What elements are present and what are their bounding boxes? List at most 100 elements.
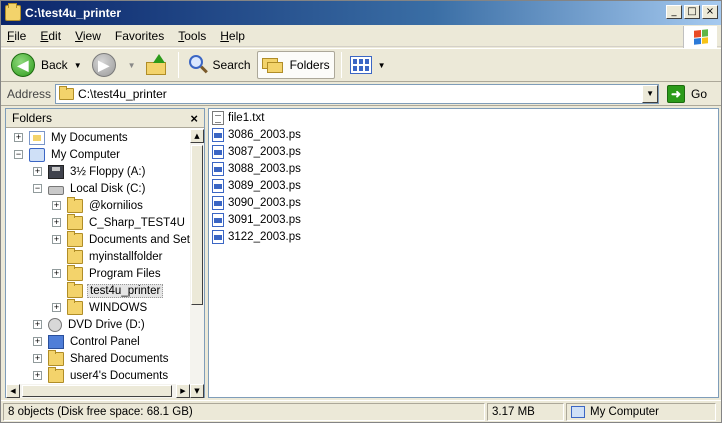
minimize-button[interactable]: _ (666, 5, 682, 19)
menu-item[interactable]: View (75, 29, 101, 43)
folder-icon (67, 230, 83, 247)
file-item[interactable]: 3086_2003.ps (209, 126, 718, 143)
horizontal-scrollbar[interactable]: ◀ ▶ (6, 384, 190, 398)
menu-item[interactable]: Edit (40, 29, 61, 43)
expand-icon[interactable]: + (33, 337, 42, 346)
scroll-thumb[interactable] (22, 385, 172, 397)
ps-file-icon (212, 161, 224, 176)
ps-file-icon (212, 229, 224, 244)
folder-icon (48, 366, 64, 383)
tree-item[interactable]: + WINDOWS (6, 298, 190, 316)
tree-item-label: Control Panel (70, 335, 140, 348)
tree-item[interactable]: + Control Panel (6, 333, 190, 350)
scroll-left-button[interactable]: ◀ (6, 384, 20, 398)
folders-button[interactable]: Folders (256, 51, 335, 79)
tree-item[interactable]: myinstallfolder (6, 247, 190, 265)
file-name: 3090_2003.ps (228, 196, 301, 209)
tree-item-label: My Documents (51, 131, 128, 144)
chevron-down-icon[interactable]: ▼ (378, 61, 386, 70)
scroll-thumb[interactable] (191, 145, 203, 305)
file-item[interactable]: file1.txt (209, 109, 718, 126)
file-item[interactable]: 3087_2003.ps (209, 143, 718, 160)
status-location-label: My Computer (590, 405, 660, 418)
tree-item[interactable]: − My Computer (6, 146, 190, 163)
up-button[interactable] (142, 51, 172, 79)
disk-icon (48, 185, 64, 195)
window-title: C:\test4u_printer (25, 6, 122, 20)
folders-panel-header: Folders × (6, 109, 204, 128)
file-list: file1.txt 3086_2003.ps 3087_2003.ps 3088_20… (208, 108, 719, 398)
file-item[interactable]: 3122_2003.ps (209, 228, 718, 245)
ps-file-icon (212, 195, 224, 210)
expand-icon[interactable]: + (52, 235, 61, 244)
folders-panel-title: Folders (12, 111, 53, 125)
tree-item[interactable]: + DVD Drive (D:) (6, 316, 190, 333)
file-item[interactable]: 3090_2003.ps (209, 194, 718, 211)
tree-item-label: user4's Documents (70, 369, 169, 382)
scroll-up-button[interactable]: ▲ (190, 129, 204, 143)
file-item[interactable]: 3089_2003.ps (209, 177, 718, 194)
my-computer-icon (29, 147, 45, 162)
folder-icon (48, 349, 64, 366)
tree-item[interactable]: + Shared Documents (6, 349, 190, 367)
tree-item[interactable]: + user4's Documents (6, 366, 190, 384)
address-dropdown-button[interactable]: ▼ (642, 84, 659, 103)
status-summary: 8 objects (Disk free space: 68.1 GB) (3, 402, 485, 421)
documents-icon (29, 130, 45, 145)
tree-item-label: @kornilios (89, 199, 143, 212)
title-bar[interactable]: C:\test4u_printer _ □ × (1, 1, 721, 25)
tree-item[interactable]: +3½ Floppy (A:) (6, 163, 190, 180)
go-button[interactable]: ➜ Go (667, 84, 708, 103)
expand-icon[interactable]: + (33, 371, 42, 380)
search-button[interactable]: Search (183, 51, 255, 79)
expand-icon[interactable]: + (52, 303, 61, 312)
toolbar: ◀ Back ▼ ▶ ▼ Search Folders ▼ (1, 48, 721, 82)
chevron-down-icon[interactable]: ▼ (128, 61, 136, 70)
tree-item-label: test4u_printer (87, 283, 164, 298)
tree-item[interactable]: + @kornilios (6, 196, 190, 214)
tree-item[interactable]: + C_Sharp_TEST4U (6, 213, 190, 231)
scroll-right-button[interactable]: ▶ (176, 384, 190, 398)
file-item[interactable]: 3091_2003.ps (209, 211, 718, 228)
vertical-scrollbar[interactable]: ▲ ▼ (190, 129, 204, 398)
tree-item[interactable]: − Local Disk (C:) (6, 180, 190, 197)
file-item[interactable]: 3088_2003.ps (209, 160, 718, 177)
ps-file-icon (212, 212, 224, 227)
expand-icon[interactable]: + (52, 218, 61, 227)
expand-icon[interactable]: + (33, 167, 42, 176)
back-button[interactable]: ◀ Back ▼ (7, 51, 86, 79)
window-controls: _ □ × (666, 5, 718, 19)
collapse-icon[interactable]: − (33, 184, 42, 193)
collapse-icon[interactable]: − (14, 150, 23, 159)
close-icon[interactable]: × (190, 111, 198, 126)
maximize-button[interactable]: □ (684, 5, 700, 19)
status-size: 3.17 MB (487, 402, 564, 421)
close-button[interactable]: × (702, 5, 718, 19)
tree-item-label: WINDOWS (89, 301, 148, 314)
search-icon (187, 54, 209, 76)
views-button[interactable]: ▼ (346, 51, 390, 79)
folder-icon (67, 281, 83, 298)
menu-item[interactable]: Favorites (115, 29, 164, 43)
go-label: Go (691, 86, 708, 101)
expand-icon[interactable]: + (52, 269, 61, 278)
chevron-down-icon[interactable]: ▼ (74, 61, 82, 70)
expand-icon[interactable]: + (14, 133, 23, 142)
file-name: 3122_2003.ps (228, 230, 301, 243)
floppy-icon (48, 164, 64, 179)
expand-icon[interactable]: + (33, 354, 42, 363)
tree-item[interactable]: test4u_printer (6, 281, 190, 299)
menu-item[interactable]: Tools (178, 29, 206, 43)
menu-item[interactable]: File (7, 29, 26, 43)
address-input[interactable]: C:\test4u_printer ▼ (55, 83, 660, 104)
expand-icon[interactable]: + (52, 201, 61, 210)
file-name: 3087_2003.ps (228, 145, 301, 158)
menu-item[interactable]: Help (220, 29, 245, 43)
tree-item[interactable]: + Documents and Setti (6, 230, 190, 248)
forward-button[interactable]: ▶ ▼ (88, 51, 140, 79)
expand-icon[interactable]: + (33, 320, 42, 329)
tree-item[interactable]: + My Documents (6, 129, 190, 146)
explorer-window: C:\test4u_printer _ □ × File Edit View Favo… (0, 0, 722, 423)
tree-item[interactable]: + Program Files (6, 264, 190, 282)
scroll-down-button[interactable]: ▼ (190, 384, 204, 398)
